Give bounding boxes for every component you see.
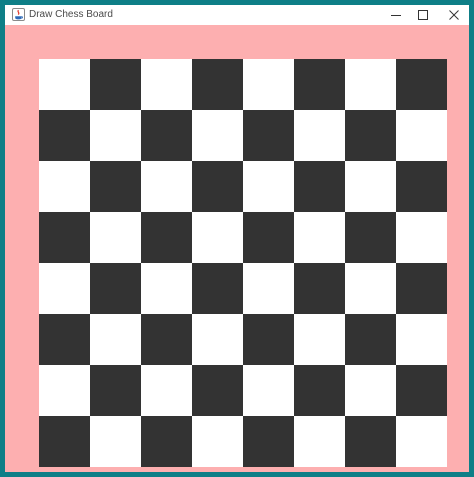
light-square (396, 212, 447, 263)
light-square (90, 314, 141, 365)
light-square (345, 263, 396, 314)
light-square (294, 212, 345, 263)
light-square (396, 314, 447, 365)
dark-square (90, 59, 141, 110)
light-square (39, 59, 90, 110)
light-square (141, 263, 192, 314)
light-square (243, 263, 294, 314)
dark-square (39, 212, 90, 263)
window-title: Draw Chess Board (29, 9, 113, 20)
dark-square (345, 212, 396, 263)
minimize-button[interactable] (381, 5, 411, 25)
light-square (90, 110, 141, 161)
chess-board (39, 59, 447, 467)
dark-square (294, 263, 345, 314)
light-square (192, 314, 243, 365)
dark-square (243, 110, 294, 161)
light-square (243, 161, 294, 212)
dark-square (294, 59, 345, 110)
light-square (141, 161, 192, 212)
light-square (396, 416, 447, 467)
maximize-button[interactable] (408, 5, 438, 25)
dark-square (294, 161, 345, 212)
dark-square (396, 59, 447, 110)
light-square (192, 416, 243, 467)
light-square (345, 161, 396, 212)
light-square (192, 110, 243, 161)
light-square (345, 365, 396, 416)
dark-square (243, 212, 294, 263)
dark-square (345, 314, 396, 365)
light-square (243, 59, 294, 110)
dark-square (243, 416, 294, 467)
app-window: Draw Chess Board (0, 0, 474, 477)
dark-square (192, 365, 243, 416)
dark-square (192, 59, 243, 110)
light-square (294, 416, 345, 467)
dark-square (39, 416, 90, 467)
light-square (90, 416, 141, 467)
light-square (141, 365, 192, 416)
dark-square (141, 416, 192, 467)
light-square (243, 365, 294, 416)
dark-square (294, 365, 345, 416)
dark-square (192, 161, 243, 212)
dark-square (39, 314, 90, 365)
dark-square (90, 365, 141, 416)
light-square (396, 110, 447, 161)
dark-square (345, 416, 396, 467)
dark-square (141, 212, 192, 263)
light-square (141, 59, 192, 110)
light-square (90, 212, 141, 263)
light-square (294, 314, 345, 365)
dark-square (90, 263, 141, 314)
light-square (345, 59, 396, 110)
close-icon (449, 10, 459, 20)
light-square (192, 212, 243, 263)
light-square (39, 161, 90, 212)
close-button[interactable] (439, 5, 469, 25)
dark-square (192, 263, 243, 314)
dark-square (396, 161, 447, 212)
java-app-icon (12, 8, 25, 21)
dark-square (345, 110, 396, 161)
dark-square (243, 314, 294, 365)
dark-square (141, 110, 192, 161)
maximize-icon (418, 10, 428, 20)
light-square (294, 110, 345, 161)
light-square (39, 365, 90, 416)
minimize-icon (391, 15, 401, 16)
dark-square (141, 314, 192, 365)
dark-square (39, 110, 90, 161)
dark-square (396, 365, 447, 416)
light-square (39, 263, 90, 314)
dark-square (90, 161, 141, 212)
dark-square (396, 263, 447, 314)
title-bar[interactable]: Draw Chess Board (5, 5, 469, 25)
drawing-panel (5, 25, 469, 472)
